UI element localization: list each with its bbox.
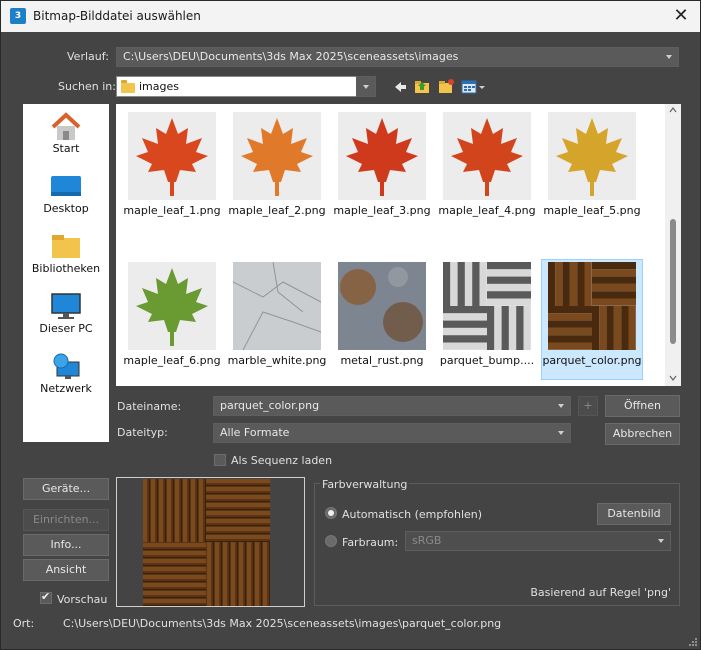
color-management-group: Farbverwaltung Automatisch (empfohlen) D… (314, 478, 680, 606)
setup-button[interactable]: Einrichten... (23, 509, 109, 531)
file-name: parquet_color.png (542, 354, 642, 367)
resize-grip-icon[interactable] (688, 637, 698, 647)
group-title: Farbverwaltung (320, 478, 410, 491)
file-name: parquet_bump.... (439, 354, 535, 367)
cancel-button[interactable]: Abbrechen (605, 423, 680, 445)
preview-image (143, 479, 270, 606)
sequence-checkbox[interactable] (214, 454, 226, 466)
devices-button[interactable]: Geräte... (23, 478, 109, 500)
preview-panel (116, 477, 305, 607)
file-list[interactable]: maple_leaf_1.png maple_leaf_2.png maple_le… (116, 104, 681, 386)
app-icon: 3 (10, 8, 26, 24)
location-label: Ort: (13, 617, 35, 630)
filetype-combo[interactable]: Alle Formate (213, 423, 571, 443)
file-name: maple_leaf_1.png (123, 204, 221, 217)
file-thumbnail (443, 262, 531, 350)
chevron-down-icon (666, 55, 672, 59)
file-name: maple_leaf_3.png (333, 204, 431, 217)
place-label: Bibliotheken (31, 262, 101, 275)
chevron-down-icon (658, 539, 664, 543)
rule-text: Basierend auf Regel 'png' (530, 586, 671, 599)
data-image-button[interactable]: Datenbild (597, 503, 671, 525)
close-icon[interactable]: ✕ (670, 5, 692, 27)
file-name: maple_leaf_4.png (438, 204, 536, 217)
info-button[interactable]: Info... (23, 534, 109, 556)
place-this-pc[interactable]: Dieser PC (23, 292, 109, 335)
view-menu-icon[interactable] (461, 78, 485, 96)
place-network[interactable]: Netzwerk (23, 352, 109, 395)
chevron-down-icon (558, 431, 564, 435)
filename-value: parquet_color.png (220, 399, 320, 412)
file-thumbnail (233, 112, 321, 200)
location-value: C:\Users\DEU\Documents\3ds Max 2025\scen… (63, 617, 502, 630)
file-thumbnail (338, 262, 426, 350)
file-name: maple_leaf_2.png (228, 204, 326, 217)
lookin-combo[interactable]: images (116, 76, 357, 97)
file-name: maple_leaf_6.png (123, 354, 221, 367)
history-combo[interactable]: C:\Users\DEU\Documents\3ds Max 2025\scen… (116, 47, 679, 67)
file-thumbnail (548, 112, 636, 200)
filename-combo[interactable]: parquet_color.png (213, 396, 571, 416)
place-label: Dieser PC (39, 322, 93, 335)
file-thumbnail (232, 261, 322, 351)
preview-checkbox[interactable] (40, 590, 52, 604)
sequence-label: Als Sequenz laden (231, 454, 333, 467)
view-button[interactable]: Ansicht (23, 559, 109, 581)
title-bar: 3 Bitmap-Bilddatei auswählen ✕ (1, 1, 700, 32)
history-value: C:\Users\DEU\Documents\3ds Max 2025\scen… (123, 50, 459, 63)
colorspace-combo[interactable]: sRGB (405, 531, 671, 551)
filename-label: Dateiname: (117, 400, 182, 413)
vertical-scrollbar[interactable] (665, 104, 681, 386)
up-folder-icon[interactable] (413, 77, 431, 95)
file-name: maple_leaf_5.png (543, 204, 641, 217)
chevron-down-icon (363, 85, 369, 89)
new-folder-icon[interactable] (437, 77, 455, 95)
open-button[interactable]: Öffnen (605, 395, 680, 417)
bitmap-file-dialog: 3 Bitmap-Bilddatei auswählen ✕ Verlauf: … (0, 0, 701, 650)
auto-radio[interactable] (325, 507, 337, 519)
colorspace-value: sRGB (412, 534, 442, 547)
place-label: Netzwerk (40, 382, 92, 395)
monitor-icon (49, 292, 83, 322)
filetype-value: Alle Formate (220, 426, 290, 439)
home-icon (49, 112, 83, 142)
back-arrow-icon[interactable] (391, 78, 409, 96)
file-name: metal_rust.png (340, 354, 424, 367)
window-title: Bitmap-Bilddatei auswählen (33, 9, 201, 23)
file-thumbnail (443, 112, 531, 200)
filetype-label: Dateityp: (117, 426, 168, 439)
network-globe-icon (49, 352, 83, 382)
folder-icon (121, 80, 135, 93)
file-thumbnail (548, 262, 636, 350)
place-start[interactable]: Start (23, 112, 109, 155)
libraries-folder-icon (49, 232, 83, 262)
place-label: Desktop (43, 202, 89, 215)
colorspace-label: Farbraum: (342, 536, 399, 549)
file-name: marble_white.png (227, 354, 327, 367)
places-bar: Start Desktop Bibliotheken Dieser PC Net… (23, 104, 109, 442)
scrollbar-thumb[interactable] (670, 219, 676, 344)
place-desktop[interactable]: Desktop (23, 172, 109, 215)
place-label: Start (52, 142, 80, 155)
auto-label: Automatisch (empfohlen) (342, 508, 483, 521)
file-thumbnail (338, 112, 426, 200)
history-label: Verlauf: (67, 50, 109, 63)
place-libraries[interactable]: Bibliotheken (23, 232, 109, 275)
lookin-value: images (139, 80, 179, 93)
lookin-label: Suchen in: (58, 80, 116, 93)
add-sequence-button[interactable]: + (578, 396, 598, 416)
lookin-dropdown-button[interactable] (356, 76, 376, 97)
chevron-down-icon (558, 404, 564, 408)
preview-label: Vorschau (57, 593, 108, 606)
colorspace-radio[interactable] (325, 535, 337, 547)
desktop-icon (49, 172, 83, 202)
file-thumbnail (128, 112, 216, 200)
file-thumbnail (128, 262, 216, 350)
